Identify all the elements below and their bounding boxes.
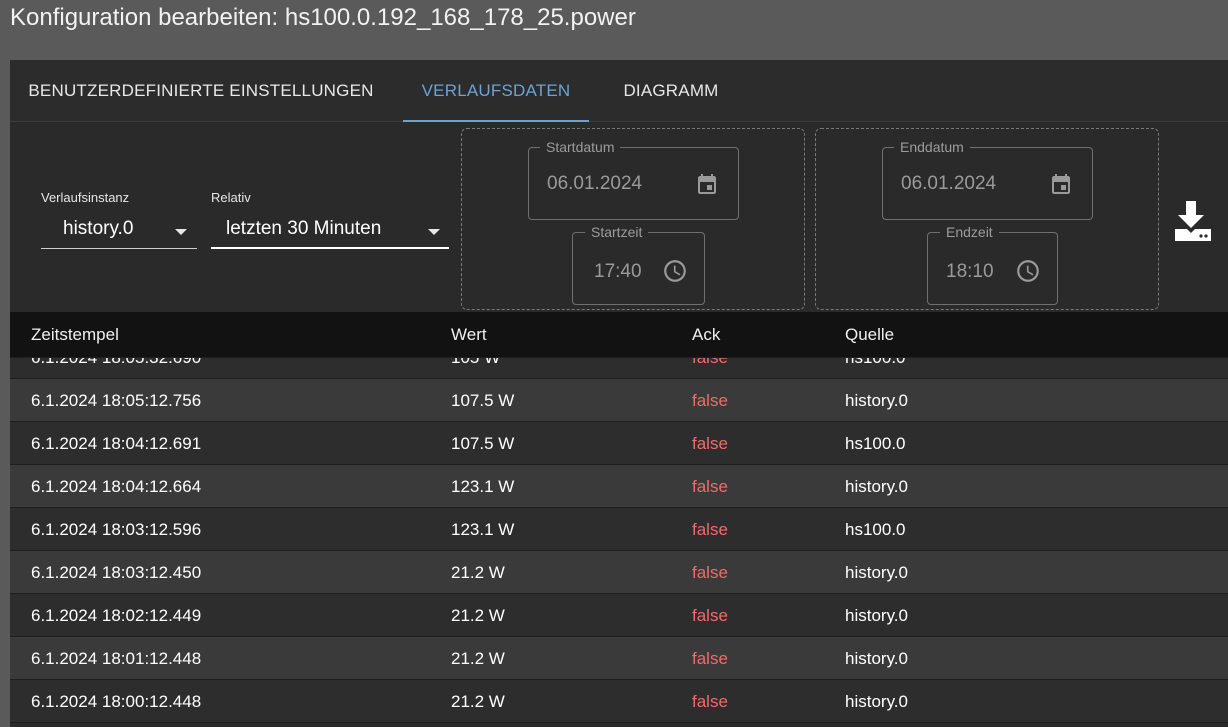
start-datetime-group: Startdatum 06.01.2024 Startzeit 17:40 [461, 128, 805, 310]
end-time-field[interactable]: Endzeit 18:10 [927, 224, 1058, 305]
cell-value: 21.2 W [451, 563, 505, 582]
cell-timestamp: 6.1.2024 18:05:12.756 [31, 391, 202, 410]
cell-source: history.0 [845, 563, 908, 582]
cell-source: history.0 [845, 692, 908, 711]
start-time-label: Startzeit [585, 224, 649, 240]
cell-source: history.0 [845, 606, 908, 625]
history-table-body: 6.1.2024 18:05:32.690 105 W false hs100.… [10, 358, 1228, 727]
end-date-label: Enddatum [894, 139, 970, 155]
column-header-source[interactable]: Quelle [845, 312, 894, 358]
start-time-value: 17:40 [594, 261, 642, 282]
cell-ack: false [692, 477, 728, 496]
end-time-value: 18:10 [946, 261, 994, 282]
tab-history-data[interactable]: VERLAUFSDATEN [403, 60, 589, 122]
cell-timestamp: 6.1.2024 18:03:12.596 [31, 520, 202, 539]
cell-source: hs100.0 [845, 434, 906, 453]
table-row[interactable]: 6.1.2024 18:03:12.596 123.1 W false hs10… [10, 508, 1228, 551]
column-header-timestamp[interactable]: Zeitstempel [31, 312, 119, 358]
select-underline [41, 248, 197, 249]
cell-timestamp: 6.1.2024 18:04:12.691 [31, 434, 202, 453]
cell-timestamp: 6.1.2024 18:04:12.664 [31, 477, 202, 496]
tab-bar: BENUTZERDEFINIERTE EINSTELLUNGEN VERLAUF… [10, 60, 1228, 122]
table-row[interactable]: 6.1.2024 18:04:12.691 107.5 W false hs10… [10, 422, 1228, 465]
cell-value: 21.2 W [451, 649, 505, 668]
column-header-ack[interactable]: Ack [692, 312, 720, 358]
history-instance-label: Verlaufsinstanz [41, 190, 130, 205]
download-icon[interactable] [1173, 199, 1213, 243]
start-date-value: 06.01.2024 [547, 173, 643, 194]
cell-value: 123.1 W [451, 520, 515, 539]
cell-ack: false [692, 358, 728, 379]
start-date-field[interactable]: Startdatum 06.01.2024 [528, 139, 739, 220]
cell-source: history.0 [845, 649, 908, 668]
calendar-icon[interactable] [1049, 172, 1073, 196]
cell-value: 105 W [451, 358, 500, 379]
cell-source: hs100.0 [845, 358, 906, 379]
cell-value: 123.1 W [451, 477, 515, 496]
cell-ack: false [692, 391, 728, 410]
chevron-down-icon [175, 229, 187, 235]
tab-custom-settings[interactable]: BENUTZERDEFINIERTE EINSTELLUNGEN [20, 60, 382, 122]
cell-value: 21.2 W [451, 606, 505, 625]
relative-range-label: Relativ [211, 190, 251, 205]
cell-ack: false [692, 606, 728, 625]
table-header: Zeitstempel Wert Ack Quelle [10, 312, 1228, 358]
table-row[interactable]: 6.1.2024 18:03:12.450 21.2 W false histo… [10, 551, 1228, 594]
calendar-icon[interactable] [695, 172, 719, 196]
table-row[interactable]: 6.1.2024 18:02:12.449 21.2 W false histo… [10, 594, 1228, 637]
column-header-value[interactable]: Wert [451, 312, 487, 358]
cell-ack: false [692, 434, 728, 453]
end-date-value: 06.01.2024 [901, 173, 997, 194]
cell-timestamp: 6.1.2024 18:01:12.448 [31, 649, 202, 668]
relative-range-value: letzten 30 Minuten [226, 218, 382, 239]
cell-source: history.0 [845, 477, 908, 496]
clock-icon[interactable] [662, 258, 688, 284]
filter-bar: Verlaufsinstanz history.0 Relativ letzte… [10, 122, 1228, 312]
table-row[interactable]: 6.1.2024 18:01:12.448 21.2 W false histo… [10, 637, 1228, 680]
cell-timestamp: 6.1.2024 18:02:12.449 [31, 606, 202, 625]
end-datetime-group: Enddatum 06.01.2024 Endzeit 18:10 [815, 128, 1159, 310]
cell-source: hs100.0 [845, 520, 906, 539]
end-date-field[interactable]: Enddatum 06.01.2024 [882, 139, 1093, 220]
history-instance-value: history.0 [63, 218, 134, 239]
dialog-title: Konfiguration bearbeiten: hs100.0.192_16… [10, 4, 636, 31]
history-instance-select[interactable]: Verlaufsinstanz history.0 [41, 188, 197, 250]
end-time-label: Endzeit [940, 224, 999, 240]
chevron-down-icon [428, 229, 440, 235]
table-row[interactable]: 6.1.2024 18:05:32.690 105 W false hs100.… [10, 358, 1228, 379]
cell-timestamp: 6.1.2024 18:00:12.448 [31, 692, 202, 711]
cell-ack: false [692, 692, 728, 711]
start-time-field[interactable]: Startzeit 17:40 [572, 224, 705, 305]
select-underline [211, 247, 449, 249]
cell-value: 21.2 W [451, 692, 505, 711]
cell-value: 107.5 W [451, 434, 515, 453]
relative-range-select[interactable]: Relativ letzten 30 Minuten [211, 188, 449, 250]
cell-ack: false [692, 520, 728, 539]
cell-value: 107.5 W [451, 391, 515, 410]
start-date-label: Startdatum [540, 139, 621, 155]
table-row[interactable]: 6.1.2024 18:04:12.664 123.1 W false hist… [10, 465, 1228, 508]
cell-ack: false [692, 649, 728, 668]
cell-source: history.0 [845, 391, 908, 410]
edit-config-dialog: BENUTZERDEFINIERTE EINSTELLUNGEN VERLAUF… [10, 60, 1228, 727]
cell-ack: false [692, 563, 728, 582]
table-row[interactable]: 6.1.2024 18:00:12.448 21.2 W false histo… [10, 680, 1228, 723]
cell-timestamp: 6.1.2024 18:05:32.690 [31, 358, 201, 379]
table-row[interactable]: 6.1.2024 18:05:12.756 107.5 W false hist… [10, 379, 1228, 422]
tab-chart[interactable]: DIAGRAMM [606, 60, 736, 122]
cell-timestamp: 6.1.2024 18:03:12.450 [31, 563, 202, 582]
clock-icon[interactable] [1015, 258, 1041, 284]
